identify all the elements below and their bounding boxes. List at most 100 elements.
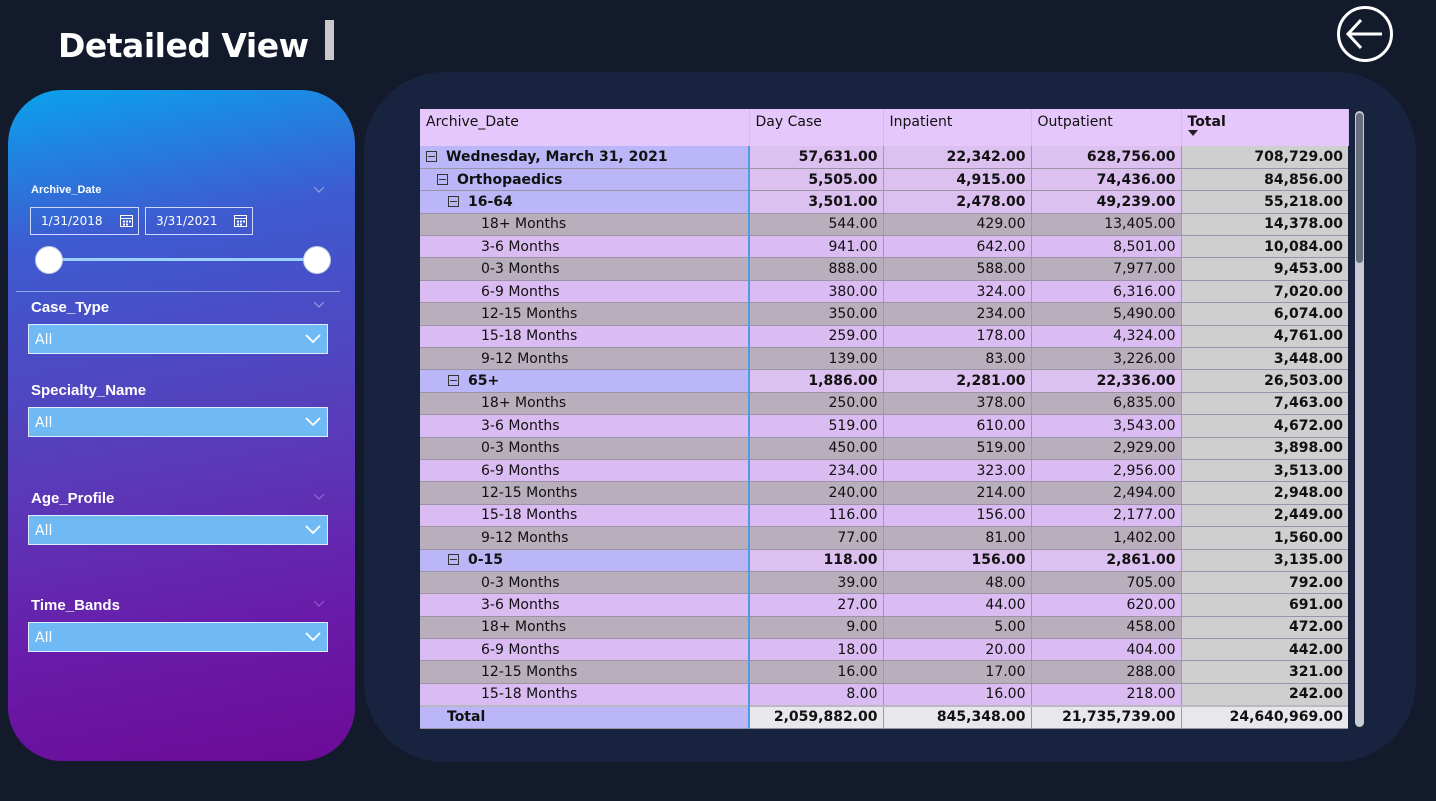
row-header: 15-18 Months (420, 504, 750, 528)
cell-total: 84,856.00 (1181, 168, 1348, 192)
column-header-inpatient[interactable]: Inpatient (883, 109, 1032, 146)
collapse-icon[interactable] (426, 150, 437, 162)
cell-inpatient: 4,915.00 (883, 168, 1032, 192)
column-header-archive-date[interactable]: Archive_Date (420, 109, 750, 146)
cell-inpatient: 378.00 (883, 392, 1032, 416)
matrix-row: 0-3 Months 39.00 48.00 705.00 792.00 (420, 571, 1348, 595)
specialty-name-dropdown[interactable]: All (28, 407, 328, 437)
cell-inpatient: 17.00 (883, 660, 1032, 684)
end-date-input[interactable]: 3/31/2021 (145, 207, 253, 235)
date-range-start-handle[interactable] (35, 246, 63, 274)
row-label: 0-3 Months (481, 574, 560, 591)
row-header: 6-9 Months (420, 638, 750, 662)
row-label: 15-18 Months (481, 507, 578, 524)
row-header: 12-15 Months (420, 302, 750, 326)
row-header: 9-12 Months (420, 347, 750, 371)
collapse-icon[interactable] (448, 195, 459, 207)
cell-total: 792.00 (1181, 571, 1348, 595)
cell-total: 10,084.00 (1181, 235, 1348, 259)
chevron-down-icon[interactable] (305, 417, 321, 427)
chevron-down-icon[interactable] (305, 632, 321, 642)
calendar-icon[interactable] (234, 214, 247, 227)
row-header: 0-3 Months (420, 571, 750, 595)
matrix-group-row: Orthopaedics 5,505.00 4,915.00 74,436.00 84,… (420, 168, 1348, 192)
cell-total: 691.00 (1181, 593, 1348, 617)
specialty-name-slicer-title: Specialty_Name (31, 382, 147, 399)
cell-day-case: 380.00 (749, 280, 884, 304)
cell-day-case: 350.00 (749, 302, 884, 326)
age-profile-dropdown[interactable]: All (28, 515, 328, 545)
cell-day-case: 18.00 (749, 638, 884, 662)
cell-outpatient: 2,929.00 (1031, 437, 1182, 460)
row-header: 0-3 Months (420, 257, 750, 281)
matrix-scrollbar-thumb[interactable] (1356, 113, 1363, 263)
cell-day-case: 9.00 (749, 616, 884, 640)
cell-day-case: 234.00 (749, 459, 884, 483)
cell-total: 3,898.00 (1181, 437, 1348, 460)
cell-day-case: 544.00 (749, 213, 884, 237)
matrix-row: 12-15 Months 240.00 214.00 2,494.00 2,948.00 (420, 481, 1348, 505)
cell-day-case: 3,501.00 (749, 190, 884, 214)
row-label: 3-6 Months (481, 417, 560, 434)
collapse-icon[interactable] (437, 173, 448, 185)
cell-day-case: 888.00 (749, 257, 884, 281)
sort-descending-icon[interactable] (1187, 130, 1198, 136)
row-label: Orthopaedics (457, 171, 563, 188)
cell-inpatient: 22,342.00 (883, 146, 1032, 169)
column-header-day-case[interactable]: Day Case (749, 109, 884, 146)
cell-day-case: 116.00 (749, 504, 884, 528)
row-header: 12-15 Months (420, 660, 750, 684)
chevron-down-icon[interactable] (314, 187, 324, 193)
back-arrow-icon[interactable] (1336, 5, 1394, 63)
cell-inpatient: 5.00 (883, 616, 1032, 640)
row-label: 9-12 Months (481, 529, 569, 546)
cell-total: 4,761.00 (1181, 325, 1348, 349)
matrix-group-row: 0-15 118.00 156.00 2,861.00 3,135.00 (420, 549, 1348, 572)
row-label: 9-12 Months (481, 350, 569, 367)
case-type-dropdown[interactable]: All (28, 324, 328, 354)
row-label: 0-3 Months (481, 261, 560, 278)
matrix-row: 3-6 Months 941.00 642.00 8,501.00 10,084.00 (420, 235, 1348, 259)
total-row-label: Total (420, 704, 750, 729)
matrix-group-row: 16-64 3,501.00 2,478.00 49,239.00 55,218.00 (420, 190, 1348, 214)
cell-total: 242.00 (1181, 683, 1348, 707)
cell-total: 6,074.00 (1181, 302, 1348, 326)
slicer-divider (16, 291, 340, 292)
chevron-down-icon[interactable] (305, 525, 321, 535)
collapse-icon[interactable] (448, 375, 459, 387)
cell-outpatient: 218.00 (1031, 683, 1182, 707)
case-type-slicer-title: Case_Type (31, 299, 110, 316)
chevron-down-icon[interactable] (305, 334, 321, 344)
column-header-outpatient[interactable]: Outpatient (1031, 109, 1182, 146)
date-range-end-handle[interactable] (303, 246, 331, 274)
cell-inpatient: 519.00 (883, 437, 1032, 460)
cell-inpatient: 214.00 (883, 481, 1032, 505)
date-range-slider-track[interactable] (48, 258, 318, 261)
cell-day-case: 16.00 (749, 660, 884, 684)
cell-outpatient: 74,436.00 (1031, 168, 1182, 192)
cell-day-case: 250.00 (749, 392, 884, 416)
start-date-input[interactable]: 1/31/2018 (30, 207, 139, 235)
collapse-icon[interactable] (448, 554, 459, 566)
cell-day-case: 57,631.00 (749, 146, 884, 169)
chevron-down-icon[interactable] (314, 601, 324, 607)
matrix-row: 18+ Months 9.00 5.00 458.00 472.00 (420, 616, 1348, 640)
calendar-icon[interactable] (120, 214, 133, 227)
chevron-down-icon[interactable] (314, 494, 324, 500)
time-bands-dropdown[interactable]: All (28, 622, 328, 652)
chevron-down-icon[interactable] (314, 302, 324, 308)
column-header-total[interactable]: Total (1181, 109, 1349, 146)
row-label: 18+ Months (481, 395, 567, 412)
cell-total: 321.00 (1181, 660, 1348, 684)
cell-outpatient: 4,324.00 (1031, 325, 1182, 349)
matrix-total-row: Total 2,059,882.00 845,348.00 21,735,739… (420, 704, 1348, 729)
cell-outpatient: 5,490.00 (1031, 302, 1182, 326)
cell-inpatient: 2,281.00 (883, 369, 1032, 393)
cell-day-case: 139.00 (749, 347, 884, 371)
matrix-row: 12-15 Months 16.00 17.00 288.00 321.00 (420, 660, 1348, 684)
row-label: 16-64 (468, 193, 513, 210)
cell-inpatient: 44.00 (883, 593, 1032, 617)
row-label: 18+ Months (481, 619, 567, 636)
cell-outpatient: 13,405.00 (1031, 213, 1182, 237)
cell-total: 3,135.00 (1181, 549, 1348, 572)
